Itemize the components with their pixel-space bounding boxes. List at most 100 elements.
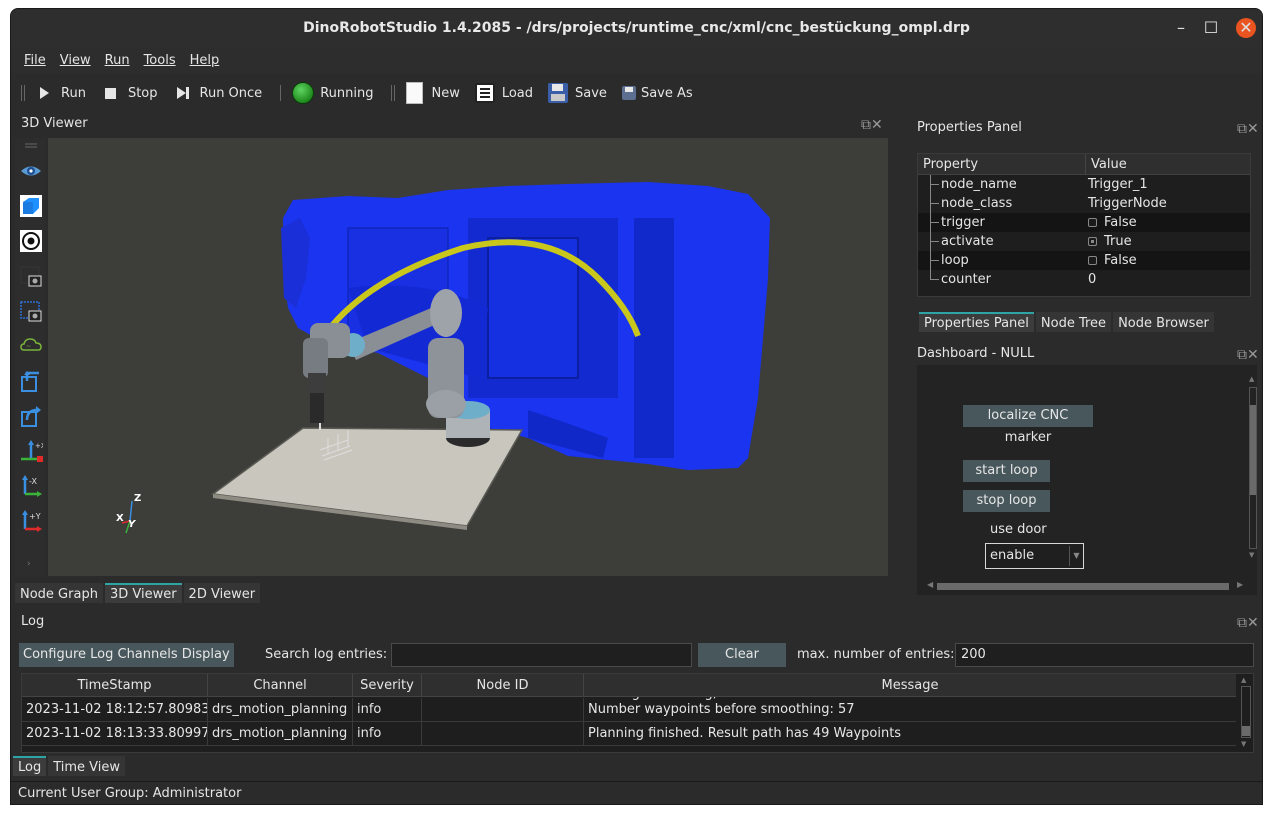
- stop-icon: [100, 82, 122, 104]
- dashboard-panel: Dashboard - NULL ⧉✕ localize CNC marker …: [907, 339, 1262, 605]
- export-icon[interactable]: [19, 404, 43, 428]
- save-button[interactable]: Save: [547, 82, 607, 104]
- close-window-icon[interactable]: ✕: [1236, 18, 1256, 38]
- dashboard-title: Dashboard - NULL: [917, 346, 1035, 361]
- camera-icon[interactable]: [19, 264, 43, 288]
- log-title: Log: [21, 614, 45, 629]
- axis-xz-icon[interactable]: +X: [19, 439, 43, 463]
- save-label: Save: [575, 85, 607, 101]
- sidebar-grip-icon: [25, 143, 37, 148]
- property-row[interactable]: node_name Trigger_1: [918, 175, 1250, 194]
- column-message[interactable]: Message: [584, 674, 1236, 697]
- configure-log-channels-button[interactable]: Configure Log Channels Display: [19, 643, 234, 667]
- save-as-button[interactable]: Save As: [621, 82, 693, 104]
- float-dock-icon[interactable]: ⧉✕: [861, 117, 885, 133]
- load-button[interactable]: Load: [474, 82, 533, 104]
- loop-checkbox[interactable]: [1088, 256, 1097, 265]
- import-icon[interactable]: [19, 369, 43, 393]
- save-icon: [547, 82, 569, 104]
- trigger-checkbox[interactable]: [1088, 218, 1097, 227]
- tab-node-tree[interactable]: Node Tree: [1035, 312, 1112, 332]
- log-panel: Log ⧉✕ Configure Log Channels Display Se…: [11, 611, 1262, 779]
- user-group-status: Current User Group: Administrator: [18, 786, 242, 801]
- toolbar-separator: [280, 85, 284, 101]
- max-entries-label: max. number of entries:: [797, 647, 955, 662]
- cloud-icon[interactable]: ~: [19, 334, 43, 358]
- run-once-label: Run Once: [199, 85, 263, 101]
- tab-2d-viewer[interactable]: 2D Viewer: [183, 583, 261, 603]
- camera-film-icon[interactable]: [19, 299, 43, 323]
- axis-z-label: Z: [134, 493, 142, 504]
- start-loop-button[interactable]: start loop: [963, 460, 1050, 482]
- toolbar-handle[interactable]: [21, 85, 25, 101]
- search-log-input[interactable]: [391, 643, 692, 667]
- toolbar-handle-2[interactable]: [391, 85, 396, 101]
- stop-label: Stop: [127, 85, 158, 101]
- tab-node-browser[interactable]: Node Browser: [1113, 312, 1214, 332]
- viewer-tabs: Node Graph 3D Viewer 2D Viewer: [15, 583, 262, 603]
- menu-bar: File View Run Tools Help: [11, 47, 1262, 73]
- pos-y-label: +Y: [29, 512, 41, 521]
- column-timestamp[interactable]: TimeStamp: [22, 674, 208, 697]
- load-label: Load: [501, 85, 534, 101]
- cube-icon[interactable]: [19, 194, 43, 218]
- menu-help[interactable]: Help: [190, 53, 220, 68]
- log-message: Number waypoints before smoothing: 57: [588, 702, 855, 717]
- clear-log-button[interactable]: Clear: [698, 643, 786, 667]
- target-icon[interactable]: [19, 229, 43, 253]
- localize-cnc-marker-button[interactable]: localize CNC marker: [963, 405, 1093, 445]
- minimize-icon[interactable]: –: [1171, 18, 1191, 38]
- properties-header: Property Value: [918, 154, 1250, 175]
- log-vertical-scrollbar[interactable]: ▲ ▼: [1238, 674, 1253, 752]
- property-row[interactable]: trigger False: [918, 213, 1250, 232]
- activate-checkbox[interactable]: [1088, 237, 1097, 246]
- stop-button[interactable]: Stop: [100, 82, 158, 104]
- column-severity[interactable]: Severity: [353, 674, 422, 697]
- table-row[interactable]: 2023-11-02 18:13:33.809974 drs_motion_pl…: [22, 722, 1236, 746]
- use-door-select[interactable]: enable ▼: [985, 543, 1084, 569]
- maximize-icon[interactable]: ☐: [1201, 18, 1221, 38]
- new-label: New: [431, 85, 460, 101]
- stop-loop-button[interactable]: stop loop: [963, 490, 1050, 512]
- menu-file[interactable]: File: [24, 53, 46, 68]
- tab-log[interactable]: Log: [13, 756, 47, 776]
- new-button[interactable]: New: [403, 82, 460, 104]
- menu-view[interactable]: View: [60, 53, 91, 68]
- save-as-label: Save As: [640, 85, 693, 101]
- use-door-value: enable: [990, 548, 1035, 563]
- run-button[interactable]: Run: [33, 82, 86, 104]
- dashboard-horizontal-scrollbar[interactable]: ◀ ▶: [927, 580, 1247, 592]
- eye-icon[interactable]: [19, 159, 43, 183]
- max-entries-input[interactable]: 200: [955, 643, 1254, 667]
- running-indicator[interactable]: Running: [292, 82, 373, 104]
- tab-time-view[interactable]: Time View: [48, 756, 126, 776]
- 3d-viewport[interactable]: Z X Y: [48, 138, 888, 576]
- property-row[interactable]: activate True: [918, 232, 1250, 251]
- dashboard-vertical-scrollbar[interactable]: ▲ ▼: [1247, 375, 1257, 565]
- 3d-scene: [211, 182, 770, 530]
- viewer-splitter[interactable]: [889, 138, 897, 576]
- menu-tools[interactable]: Tools: [144, 53, 176, 68]
- viewer-title: 3D Viewer: [21, 116, 88, 131]
- properties-title: Properties Panel: [917, 120, 1022, 135]
- property-row[interactable]: loop False: [918, 251, 1250, 270]
- tab-node-graph[interactable]: Node Graph: [15, 583, 103, 603]
- step-icon: [172, 82, 194, 104]
- column-channel[interactable]: Channel: [208, 674, 353, 697]
- run-once-button[interactable]: Run Once: [172, 82, 263, 104]
- sidebar-more-icon[interactable]: ›: [19, 556, 43, 568]
- run-label: Run: [61, 85, 86, 101]
- menu-run[interactable]: Run: [105, 53, 130, 68]
- float-dock-icon[interactable]: ⧉✕: [1237, 615, 1261, 631]
- tab-3d-viewer[interactable]: 3D Viewer: [104, 583, 182, 603]
- float-dock-icon[interactable]: ⧉✕: [1237, 121, 1261, 137]
- axis-y-label: Y: [128, 519, 136, 530]
- property-row[interactable]: node_class TriggerNode: [918, 194, 1250, 213]
- property-row[interactable]: counter 0: [918, 270, 1250, 289]
- float-dock-icon[interactable]: ⧉✕: [1237, 347, 1261, 363]
- tab-properties-panel[interactable]: Properties Panel: [919, 312, 1034, 332]
- log-table: 2023-11-02 18:12:57.809831 drs_motion_pl…: [21, 673, 1254, 753]
- axis-y-icon[interactable]: +Y: [19, 509, 43, 533]
- axis-neg-x-icon[interactable]: -X: [19, 474, 43, 498]
- column-node-id[interactable]: Node ID: [422, 674, 584, 697]
